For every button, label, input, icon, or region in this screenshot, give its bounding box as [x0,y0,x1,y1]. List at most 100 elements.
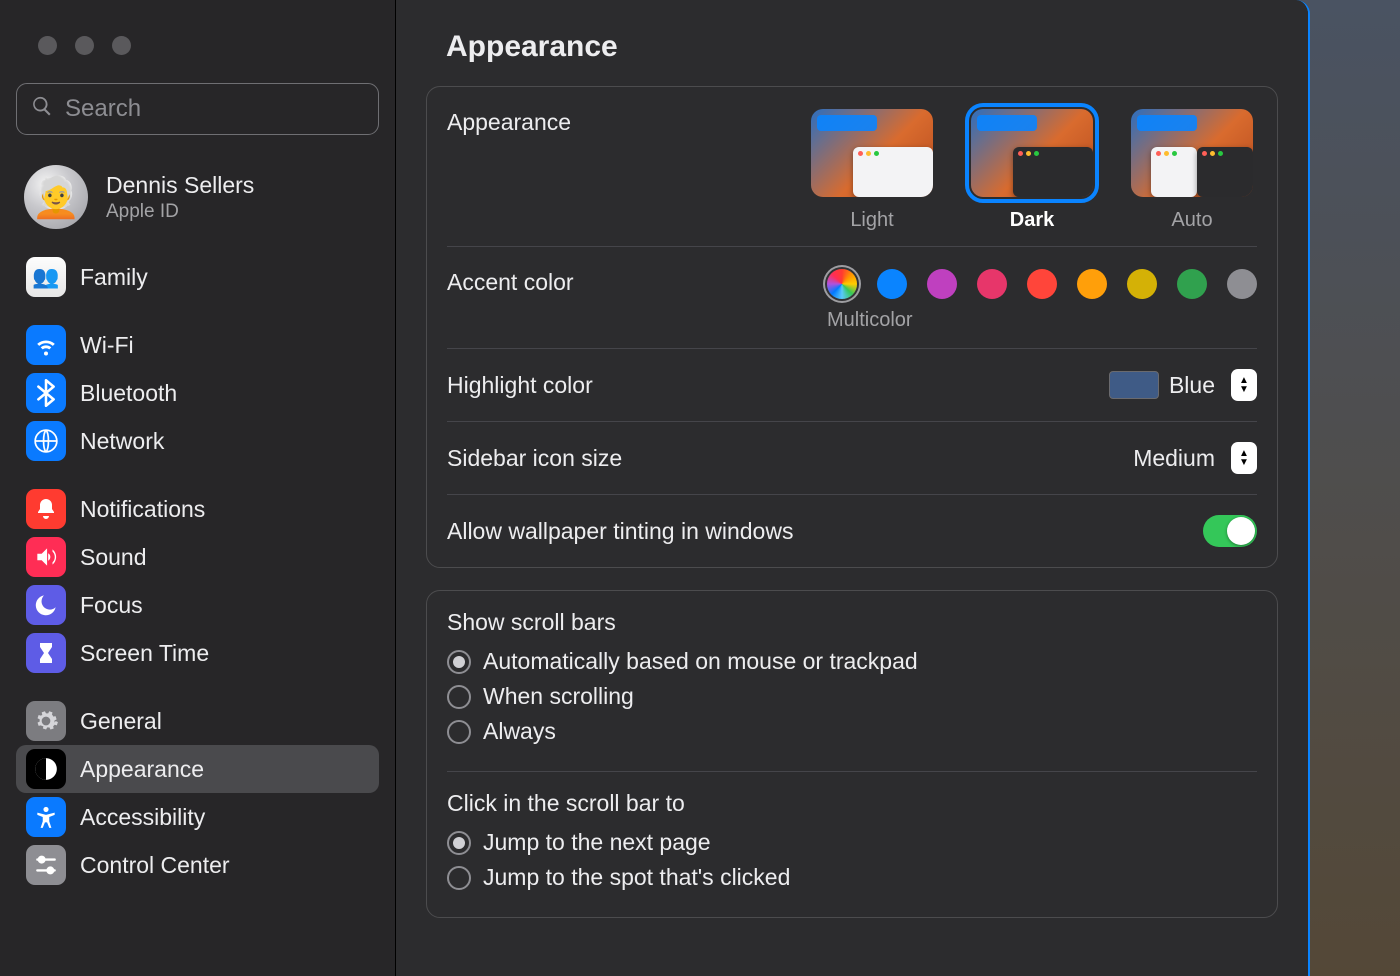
highlight-color-row: Highlight color Blue [447,349,1257,422]
sidebar-item-label: Network [80,428,164,455]
accent-red[interactable] [1027,269,1057,299]
radio-icon [447,831,471,855]
network-icon [26,421,66,461]
sidebar-item-focus[interactable]: Focus [16,581,379,629]
avatar: 🧑‍🦳 [24,165,88,229]
theme-option-light[interactable]: Light [807,109,937,232]
radio-icon [447,720,471,744]
sidebar-item-family[interactable]: 👥 Family [16,253,379,301]
close-button[interactable] [38,36,57,55]
click-option-spot[interactable]: Jump to the spot that's clicked [447,860,1257,895]
sidebar-item-label: Screen Time [80,640,209,667]
account-name: Dennis Sellers [106,172,254,199]
sound-icon [26,537,66,577]
scroll-option-when[interactable]: When scrolling [447,679,1257,714]
toggle-knob [1227,517,1255,545]
theme-option-dark[interactable]: Dark [967,109,1097,232]
theme-thumb-dark [971,109,1093,197]
bluetooth-icon [26,373,66,413]
sidebar-item-accessibility[interactable]: Accessibility [16,793,379,841]
search-input[interactable] [63,94,377,124]
search-field[interactable] [16,83,379,135]
highlight-color-select[interactable]: Blue [1109,369,1257,401]
sidebar-icon-size-row: Sidebar icon size Medium [447,422,1257,495]
sidebar-item-screentime[interactable]: Screen Time [16,629,379,677]
wallpaper-tinting-row: Allow wallpaper tinting in windows [447,495,1257,567]
scrollbars-label: Show scroll bars [447,609,1257,636]
sidebar-item-label: Accessibility [80,804,205,831]
accessibility-icon [26,797,66,837]
show-scrollbars-block: Show scroll bars Automatically based on … [447,591,1257,772]
sidebar-item-bluetooth[interactable]: Bluetooth [16,369,379,417]
theme-option-auto[interactable]: Auto [1127,109,1257,232]
theme-options: Light Dark [807,109,1257,232]
click-option-next[interactable]: Jump to the next page [447,825,1257,860]
theme-caption: Light [850,209,893,232]
appearance-panel: Appearance Light [426,86,1278,568]
radio-label: Jump to the next page [483,829,711,856]
radio-label: When scrolling [483,683,634,710]
controlcenter-icon [26,845,66,885]
appearance-theme-row: Appearance Light [447,87,1257,247]
theme-thumb-auto [1131,109,1253,197]
sidebar-item-label: Notifications [80,496,205,523]
radio-label: Always [483,718,556,745]
sidebar-item-label: Bluetooth [80,380,177,407]
sidebar-size-select[interactable]: Medium [1133,442,1257,474]
scroll-option-auto[interactable]: Automatically based on mouse or trackpad [447,644,1257,679]
accent-graphite[interactable] [1227,269,1257,299]
sidebar-item-label: Appearance [80,756,204,783]
wifi-icon [26,325,66,365]
focus-icon [26,585,66,625]
accent-swatches [827,269,1257,299]
accent-orange[interactable] [1077,269,1107,299]
sidebar-item-label: Control Center [80,852,230,879]
appearance-icon [26,749,66,789]
scrollbar-click-block: Click in the scroll bar to Jump to the n… [447,772,1257,917]
screentime-icon [26,633,66,673]
sidebar-size-label: Sidebar icon size [447,445,622,472]
theme-caption: Auto [1171,209,1212,232]
accent-multicolor[interactable] [827,269,857,299]
sidebar-size-value: Medium [1133,445,1215,472]
accent-yellow[interactable] [1127,269,1157,299]
sidebar-item-label: General [80,708,162,735]
settings-window: 🧑‍🦳 Dennis Sellers Apple ID 👥 Family Wi-… [0,0,1310,976]
sidebar-item-label: Family [80,264,148,291]
accent-purple[interactable] [927,269,957,299]
sidebar-item-network[interactable]: Network [16,417,379,465]
zoom-button[interactable] [112,36,131,55]
accent-label: Accent color [447,269,574,296]
sidebar-item-label: Sound [80,544,147,571]
general-icon [26,701,66,741]
scroll-option-always[interactable]: Always [447,714,1257,749]
sidebar-list: 👥 Family Wi-Fi Bluetooth [16,243,379,899]
apple-id-account[interactable]: 🧑‍🦳 Dennis Sellers Apple ID [16,159,379,243]
scrollbars-panel: Show scroll bars Automatically based on … [426,590,1278,918]
minimize-button[interactable] [75,36,94,55]
sidebar-item-label: Wi-Fi [80,332,134,359]
sidebar-item-wifi[interactable]: Wi-Fi [16,321,379,369]
tinting-toggle[interactable] [1203,515,1257,547]
accent-green[interactable] [1177,269,1207,299]
sidebar-item-label: Focus [80,592,143,619]
highlight-value: Blue [1169,372,1215,399]
radio-icon [447,866,471,890]
page-title: Appearance [426,28,1278,86]
radio-icon [447,650,471,674]
tinting-label: Allow wallpaper tinting in windows [447,518,793,545]
sidebar: 🧑‍🦳 Dennis Sellers Apple ID 👥 Family Wi-… [0,0,396,976]
appearance-label: Appearance [447,109,571,136]
sidebar-item-general[interactable]: General [16,697,379,745]
sidebar-item-sound[interactable]: Sound [16,533,379,581]
sidebar-item-notifications[interactable]: Notifications [16,485,379,533]
sidebar-item-appearance[interactable]: Appearance [16,745,379,793]
theme-thumb-light [811,109,933,197]
highlight-label: Highlight color [447,372,593,399]
accent-blue[interactable] [877,269,907,299]
radio-label: Automatically based on mouse or trackpad [483,648,918,675]
accent-pink[interactable] [977,269,1007,299]
sidebar-item-controlcenter[interactable]: Control Center [16,841,379,889]
highlight-chip [1109,371,1159,399]
click-label: Click in the scroll bar to [447,790,1257,817]
